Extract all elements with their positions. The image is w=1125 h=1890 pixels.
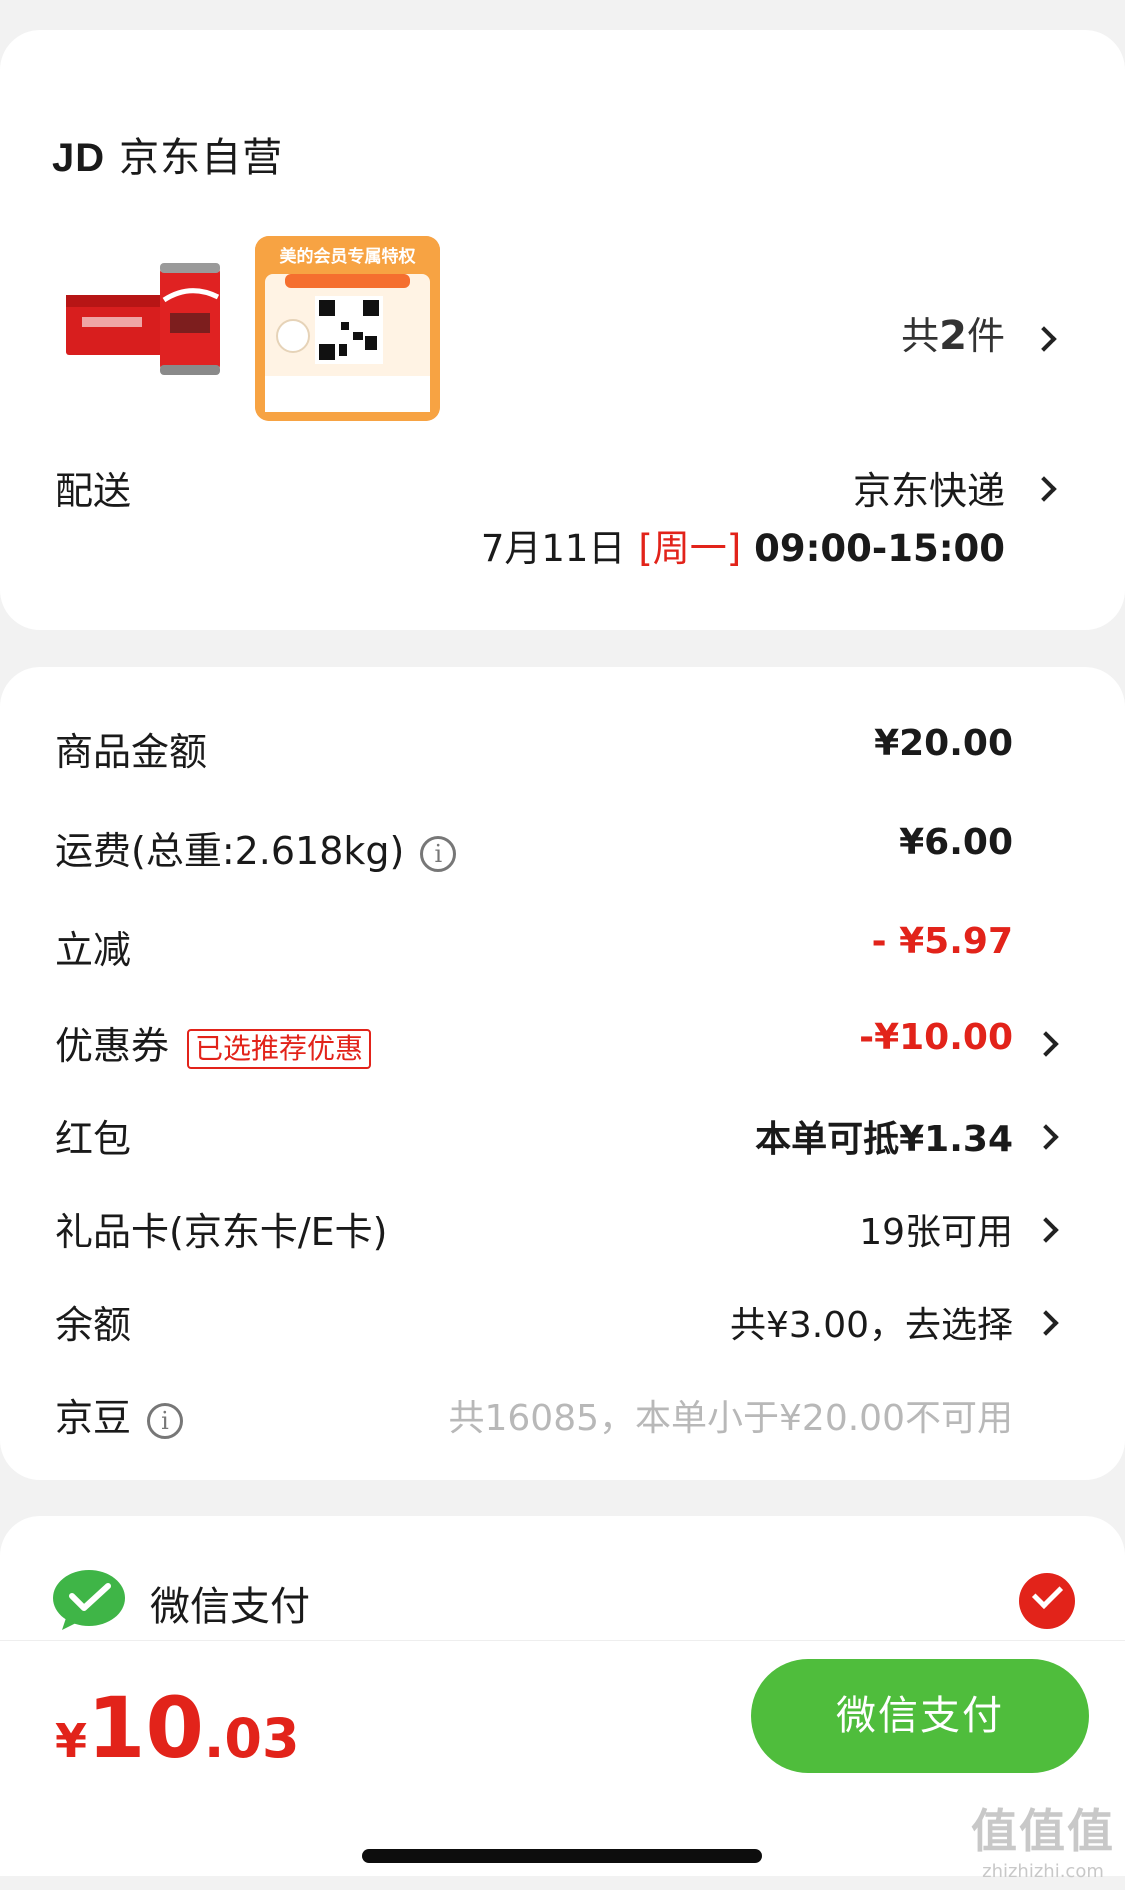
chevron-right-icon[interactable]: [1033, 1124, 1059, 1150]
jd-logo: JD: [52, 136, 106, 180]
cost-summary-card: 商品金额 ¥20.00 运费(总重:2.618kg) i ¥6.00 立减 - ¥…: [0, 667, 1125, 1480]
goods-amount-value: ¥20.00: [874, 723, 1013, 764]
selected-check-icon[interactable]: [1019, 1573, 1075, 1629]
balance-label: 余额: [55, 1303, 132, 1347]
red-packet-value: 本单可抵¥1.34: [755, 1119, 1013, 1160]
jd-beans-label: 京豆 i: [55, 1387, 184, 1442]
shipping-label: 运费(总重:2.618kg) i: [55, 820, 457, 875]
jd-beans-value: 共16085，本单小于¥20.00不可用: [448, 1398, 1014, 1439]
chevron-right-icon[interactable]: [1033, 1217, 1059, 1243]
info-icon[interactable]: i: [420, 835, 457, 872]
instant-discount-row: 立减 - ¥5.97: [0, 909, 1125, 979]
red-packet-label: 红包: [55, 1117, 132, 1161]
wechat-pay-icon: [53, 1570, 125, 1630]
info-icon[interactable]: i: [147, 1402, 184, 1439]
instant-discount-value: - ¥5.97: [871, 921, 1013, 962]
wechat-pay-label: 微信支付: [150, 1584, 310, 1630]
item-count[interactable]: 共2件: [901, 305, 1005, 360]
balance-value: 共¥3.00，去选择: [729, 1305, 1013, 1346]
shop-title: JD 京东自营: [52, 125, 283, 183]
gift-card-value: 19张可用: [859, 1212, 1013, 1253]
coupon-label: 优惠券 已选推荐优惠: [55, 1015, 372, 1070]
balance-row[interactable]: 余额 共¥3.00，去选择: [0, 1284, 1125, 1354]
order-card: JD 京东自营 美的会员专属特权 共2件 配送 京东快递 7月11日 [周一] …: [0, 30, 1125, 630]
gift-card-label: 礼品卡(京东卡/E卡): [55, 1210, 388, 1254]
delivery-carrier[interactable]: 京东快递: [853, 460, 1005, 515]
delivery-time[interactable]: 7月11日 [周一] 09:00-15:00: [481, 518, 1005, 572]
delivery-label: 配送: [55, 469, 132, 513]
member-card-title: 美的会员专属特权: [279, 247, 416, 267]
chevron-right-icon[interactable]: [1033, 1310, 1059, 1336]
coke-can-product-image[interactable]: [62, 245, 228, 391]
coupon-tag: 已选推荐优惠: [187, 1028, 372, 1069]
goods-amount-row: 商品金额 ¥20.00: [0, 711, 1125, 781]
chevron-right-icon[interactable]: [1031, 476, 1057, 502]
wechat-pay-button[interactable]: 微信支付: [751, 1659, 1089, 1773]
chevron-right-icon[interactable]: [1031, 326, 1057, 352]
instant-discount-label: 立减: [55, 928, 132, 972]
gift-card-row[interactable]: 礼品卡(京东卡/E卡) 19张可用: [0, 1191, 1125, 1261]
red-packet-row[interactable]: 红包 本单可抵¥1.34: [0, 1098, 1125, 1168]
shipping-value: ¥6.00: [899, 822, 1013, 863]
checkout-bar: ¥10.03 微信支付: [0, 1640, 1125, 1790]
jd-beans-row: 京豆 i 共16085，本单小于¥20.00不可用: [0, 1377, 1125, 1447]
home-indicator[interactable]: [362, 1849, 762, 1863]
goods-amount-label: 商品金额: [55, 730, 208, 774]
site-watermark: 值值值 zhizhizhi.com: [971, 1804, 1115, 1882]
chevron-right-icon[interactable]: [1033, 1031, 1059, 1057]
total-price: ¥10.03: [55, 1679, 300, 1777]
shop-name: 京东自营: [119, 135, 284, 181]
midea-member-card-image[interactable]: 美的会员专属特权: [255, 236, 440, 421]
coupon-value: -¥10.00: [859, 1017, 1013, 1058]
shipping-row: 运费(总重:2.618kg) i ¥6.00: [0, 810, 1125, 880]
coupon-row[interactable]: 优惠券 已选推荐优惠 -¥10.00: [0, 1005, 1125, 1075]
